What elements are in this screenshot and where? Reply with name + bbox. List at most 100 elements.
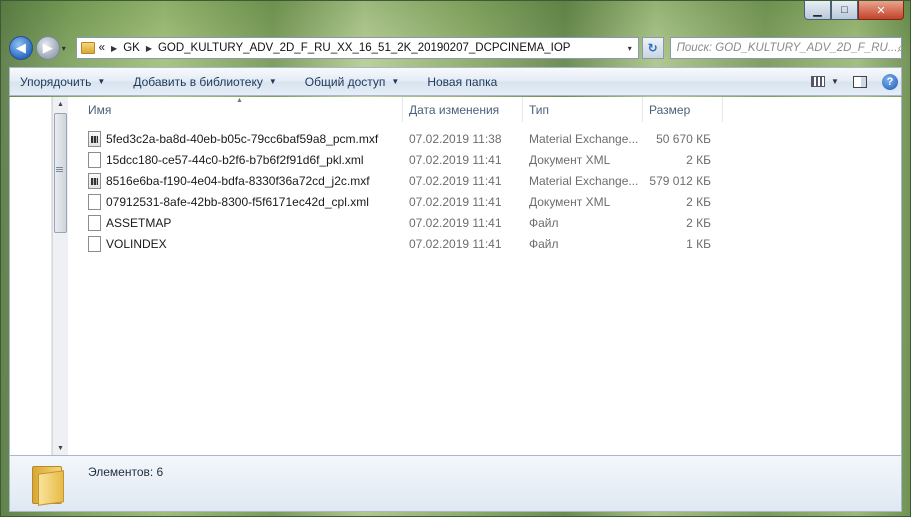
file-date: 07.02.2019 11:41 xyxy=(409,215,502,230)
refresh-button[interactable]: ↻ xyxy=(641,37,664,59)
sort-ascending-icon: ▲ xyxy=(236,97,243,104)
file-name: ASSETMAP xyxy=(106,215,172,230)
file-row[interactable]: 07912531-8afe-42bb-8300-f5f6171ec42d_cpl… xyxy=(72,191,901,212)
document-icon xyxy=(88,235,101,252)
file-date: 07.02.2019 11:38 xyxy=(409,131,502,146)
file-size: 2 КБ xyxy=(686,215,711,230)
document-icon xyxy=(88,214,101,231)
breadcrumb-item-current-folder[interactable]: GOD_KULTURY_ADV_2D_F_RU_XX_16_51_2K_2019… xyxy=(158,42,571,54)
navigation-row: ◀ ▶ ▾ « ▶ GK ▶ GOD_KULTURY_ADV_2D_F_RU_X… xyxy=(9,35,902,61)
file-name-cell: 5fed3c2a-ba8d-40eb-b05c-79cc6baf59a8_pcm… xyxy=(72,130,403,147)
recent-pages-dropdown[interactable]: ▾ xyxy=(62,44,72,53)
organize-label: Упорядочить xyxy=(20,74,92,89)
address-overflow-button[interactable]: « xyxy=(99,42,105,54)
file-name: 07912531-8afe-42bb-8300-f5f6171ec42d_cpl… xyxy=(106,194,369,209)
document-icon xyxy=(88,151,101,168)
file-date: 07.02.2019 11:41 xyxy=(409,194,502,209)
file-name-cell: ASSETMAP xyxy=(72,214,403,231)
scrollbar-grip-icon xyxy=(56,167,63,173)
navigation-pane-scrollbar[interactable]: ▲ ▼ xyxy=(52,97,68,455)
item-count: Элементов: 6 xyxy=(88,465,164,479)
column-header-size[interactable]: Размер xyxy=(643,97,723,122)
scroll-up-button[interactable]: ▲ xyxy=(53,97,68,111)
new-folder-label: Новая папка xyxy=(427,74,498,89)
change-view-button[interactable] xyxy=(807,73,829,91)
toolbar-right-group: ▼ ? xyxy=(799,73,901,91)
chevron-down-icon: ▼ xyxy=(97,77,106,86)
back-button[interactable]: ◀ xyxy=(9,36,33,60)
search-placeholder: Поиск: GOD_KULTURY_ADV_2D_F_RU... xyxy=(676,42,898,54)
breadcrumb-separator[interactable]: ▶ xyxy=(111,44,117,53)
file-name-cell: 07912531-8afe-42bb-8300-f5f6171ec42d_cpl… xyxy=(72,193,403,210)
share-with-menu[interactable]: Общий доступ ▼ xyxy=(305,75,400,89)
file-name-cell: VOLINDEX xyxy=(72,235,403,252)
column-header-row: ▲ Имя Дата изменения Тип Размер xyxy=(72,97,901,122)
caption-buttons: ▁ □ ✕ xyxy=(804,1,904,20)
file-size: 1 КБ xyxy=(686,236,711,251)
file-row[interactable]: 15dcc180-ce57-44c0-b2f6-b7b6f2f91d6f_pkl… xyxy=(72,149,901,170)
file-name: 8516e6ba-f190-4e04-bdfa-8330f36a72cd_j2c… xyxy=(106,173,370,188)
file-size: 579 012 КБ xyxy=(649,173,711,188)
chevron-down-icon: ▼ xyxy=(391,77,400,86)
file-name: 15dcc180-ce57-44c0-b2f6-b7b6f2f91d6f_pkl… xyxy=(106,152,364,167)
file-size: 2 КБ xyxy=(686,152,711,167)
close-button[interactable]: ✕ xyxy=(858,1,904,20)
file-type: Material Exchange... xyxy=(529,173,639,188)
file-type: Файл xyxy=(529,215,559,230)
navigation-pane[interactable] xyxy=(10,97,51,455)
file-name: 5fed3c2a-ba8d-40eb-b05c-79cc6baf59a8_pcm… xyxy=(106,131,379,146)
folder-icon xyxy=(80,42,95,54)
search-input[interactable]: Поиск: GOD_KULTURY_ADV_2D_F_RU... ⌕ xyxy=(669,37,902,59)
media-file-icon xyxy=(88,130,101,147)
explorer-window: ▁ □ ✕ ◀ ▶ ▾ « ▶ GK ▶ GOD_KULTURY_ADV_2D_… xyxy=(0,0,911,517)
file-type: Документ XML xyxy=(529,152,611,167)
include-in-library-menu[interactable]: Добавить в библиотеку ▼ xyxy=(133,75,276,89)
organize-menu[interactable]: Упорядочить ▼ xyxy=(20,75,105,89)
file-type: Документ XML xyxy=(529,194,611,209)
help-button[interactable]: ? xyxy=(879,73,901,91)
chevron-down-icon: ▼ xyxy=(268,77,277,86)
breadcrumb-separator[interactable]: ▶ xyxy=(146,44,152,53)
scroll-down-button[interactable]: ▼ xyxy=(53,441,68,455)
file-size: 2 КБ xyxy=(686,194,711,209)
maximize-button[interactable]: □ xyxy=(831,1,858,20)
address-bar[interactable]: « ▶ GK ▶ GOD_KULTURY_ADV_2D_F_RU_XX_16_5… xyxy=(75,37,639,59)
share-with-label: Общий доступ xyxy=(304,74,386,89)
file-date: 07.02.2019 11:41 xyxy=(409,173,502,188)
media-file-icon xyxy=(88,172,101,189)
file-row[interactable]: 5fed3c2a-ba8d-40eb-b05c-79cc6baf59a8_pcm… xyxy=(72,128,901,149)
search-icon[interactable]: ⌕ xyxy=(897,41,901,56)
command-bar: Упорядочить ▼ Добавить в библиотеку ▼ Об… xyxy=(9,67,902,96)
file-row[interactable]: VOLINDEX 07.02.2019 11:41 Файл 1 КБ xyxy=(72,233,901,254)
view-options-dropdown[interactable]: ▼ xyxy=(829,73,841,91)
preview-pane-icon xyxy=(853,75,867,88)
forward-button[interactable]: ▶ xyxy=(35,36,60,60)
file-type: Файл xyxy=(529,236,559,251)
column-header-date[interactable]: Дата изменения xyxy=(403,97,523,122)
file-size: 50 670 КБ xyxy=(656,131,711,146)
file-name: VOLINDEX xyxy=(106,236,167,251)
view-details-icon xyxy=(811,76,825,87)
column-header-type[interactable]: Тип xyxy=(523,97,643,122)
folder-front-shape xyxy=(38,470,64,506)
document-icon xyxy=(88,193,101,210)
new-folder-button[interactable]: Новая папка xyxy=(427,75,497,89)
file-type: Material Exchange... xyxy=(529,131,639,146)
minimize-button[interactable]: ▁ xyxy=(804,1,831,20)
file-name-cell: 15dcc180-ce57-44c0-b2f6-b7b6f2f91d6f_pkl… xyxy=(72,151,403,168)
file-date: 07.02.2019 11:41 xyxy=(409,236,502,251)
preview-pane-button[interactable] xyxy=(849,73,871,91)
details-pane: Элементов: 6 xyxy=(9,455,902,512)
include-in-library-label: Добавить в библиотеку xyxy=(133,74,263,89)
file-rows: 5fed3c2a-ba8d-40eb-b05c-79cc6baf59a8_pcm… xyxy=(72,122,901,254)
file-row[interactable]: 8516e6ba-f190-4e04-bdfa-8330f36a72cd_j2c… xyxy=(72,170,901,191)
breadcrumb-item-gk[interactable]: GK xyxy=(123,42,140,54)
scrollbar-thumb[interactable] xyxy=(54,113,67,233)
content-area: ▲ ▼ ▲ Имя Дата изменения Тип Размер 5fed… xyxy=(9,97,902,455)
file-name-cell: 8516e6ba-f190-4e04-bdfa-8330f36a72cd_j2c… xyxy=(72,172,403,189)
help-icon: ? xyxy=(882,73,898,90)
file-row[interactable]: ASSETMAP 07.02.2019 11:41 Файл 2 КБ xyxy=(72,212,901,233)
folder-icon xyxy=(32,462,66,506)
address-dropdown-button[interactable]: ▾ xyxy=(622,44,638,53)
file-list: ▲ Имя Дата изменения Тип Размер 5fed3c2a… xyxy=(72,97,901,455)
